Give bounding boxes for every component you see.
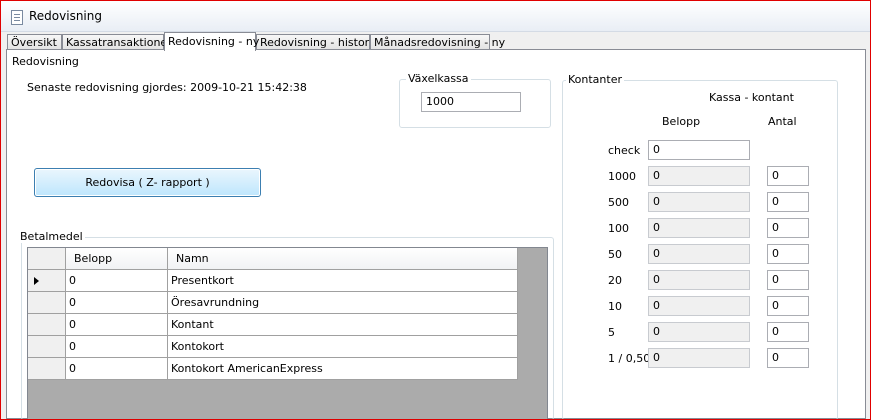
tab-oversikt[interactable]: Översikt	[7, 34, 62, 50]
redovisa-z-rapport-button[interactable]: Redovisa ( Z- rapport )	[34, 168, 261, 197]
namn-cell[interactable]: Kontant	[168, 314, 518, 336]
antal-500-input[interactable]: 0	[767, 192, 809, 212]
namn-cell[interactable]: Öresavrundning	[168, 292, 518, 314]
antal-50-input[interactable]: 0	[767, 244, 809, 264]
antal-column-label: Antal	[768, 115, 797, 128]
belopp-5-field: 0	[648, 322, 750, 342]
vaxelkassa-group: Växelkassa 1000	[399, 72, 551, 128]
document-icon	[11, 10, 23, 25]
belopp-50-field: 0	[648, 244, 750, 264]
tab-redovisning-historik[interactable]: Redovisning - historik	[256, 34, 379, 50]
antal-100-input[interactable]: 0	[767, 218, 809, 238]
row-selector[interactable]	[28, 292, 66, 314]
column-header-belopp[interactable]: Belopp	[66, 248, 168, 270]
row-selector[interactable]	[28, 336, 66, 358]
tab-page-redovisning: Redovisning Senaste redovisning gjordes:…	[6, 49, 866, 419]
denomination-label-500: 500	[608, 196, 629, 209]
table-row[interactable]: 0 Kontokort	[28, 336, 518, 358]
table-row[interactable]: 0 Kontant	[28, 314, 518, 336]
belopp-20-field: 0	[648, 270, 750, 290]
denomination-label-100: 100	[608, 222, 629, 235]
check-belopp-input[interactable]: 0	[648, 140, 750, 160]
last-report-text: Senaste redovisning gjordes: 2009-10-21 …	[27, 81, 307, 94]
denomination-label-1000: 1000	[608, 170, 636, 183]
namn-cell[interactable]: Kontokort AmericanExpress	[168, 358, 518, 380]
betalmedel-label: Betalmedel	[18, 230, 85, 243]
belopp-column-label: Belopp	[662, 115, 701, 128]
window-title: Redovisning	[29, 9, 102, 23]
betalmedel-grid: Belopp Namn 0 Presentkort 0 Öresavrundni…	[27, 247, 548, 419]
table-row[interactable]: 0 Presentkort	[28, 270, 518, 292]
vaxelkassa-input[interactable]: 1000	[421, 92, 521, 112]
belopp-1000-field: 0	[648, 166, 750, 186]
denomination-label-5: 5	[608, 326, 615, 339]
antal-1000-input[interactable]: 0	[767, 166, 809, 186]
belopp-500-field: 0	[648, 192, 750, 212]
table-row[interactable]: 0 Kontokort AmericanExpress	[28, 358, 518, 380]
kontanter-label: Kontanter	[566, 73, 624, 86]
belopp-100-field: 0	[648, 218, 750, 238]
table-row[interactable]: 0 Öresavrundning	[28, 292, 518, 314]
row-selector[interactable]	[28, 270, 66, 292]
antal-10-input[interactable]: 0	[767, 296, 809, 316]
belopp-cell[interactable]: 0	[66, 292, 168, 314]
namn-cell[interactable]: Presentkort	[168, 270, 518, 292]
tab-redovisning-ny[interactable]: Redovisning - ny	[164, 32, 259, 51]
row-selector[interactable]	[28, 358, 66, 380]
denomination-label-10: 10	[608, 300, 622, 313]
title-bar[interactable]: Redovisning	[1, 1, 870, 32]
redovisning-group-label: Redovisning	[12, 55, 79, 68]
tab-manadsredovisning-ny[interactable]: Månadsredovisning - ny	[370, 34, 505, 50]
current-row-arrow-icon	[34, 277, 39, 285]
row-selector[interactable]	[28, 314, 66, 336]
tab-kassatransaktioner[interactable]: Kassatransaktioner	[62, 34, 172, 50]
row-header-corner	[28, 248, 66, 270]
antal-20-input[interactable]: 0	[767, 270, 809, 290]
belopp-cell[interactable]: 0	[66, 336, 168, 358]
antal-1-050-input[interactable]: 0	[767, 348, 809, 368]
belopp-cell[interactable]: 0	[66, 314, 168, 336]
namn-cell[interactable]: Kontokort	[168, 336, 518, 358]
denomination-label-check: check	[608, 144, 641, 157]
app-window: Redovisning Översikt Kassatransaktioner …	[0, 0, 871, 420]
belopp-10-field: 0	[648, 296, 750, 316]
kassa-kontant-heading: Kassa - kontant	[709, 91, 794, 104]
belopp-1-050-field: 0	[648, 348, 750, 368]
belopp-cell[interactable]: 0	[66, 270, 168, 292]
column-header-namn[interactable]: Namn	[168, 248, 518, 270]
vaxelkassa-label: Växelkassa	[406, 72, 471, 85]
denomination-label-20: 20	[608, 274, 622, 287]
grid-header-row: Belopp Namn	[28, 248, 518, 270]
denomination-label-50: 50	[608, 248, 622, 261]
denomination-label-1-050: 1 / 0,50	[608, 352, 651, 365]
antal-5-input[interactable]: 0	[767, 322, 809, 342]
belopp-cell[interactable]: 0	[66, 358, 168, 380]
